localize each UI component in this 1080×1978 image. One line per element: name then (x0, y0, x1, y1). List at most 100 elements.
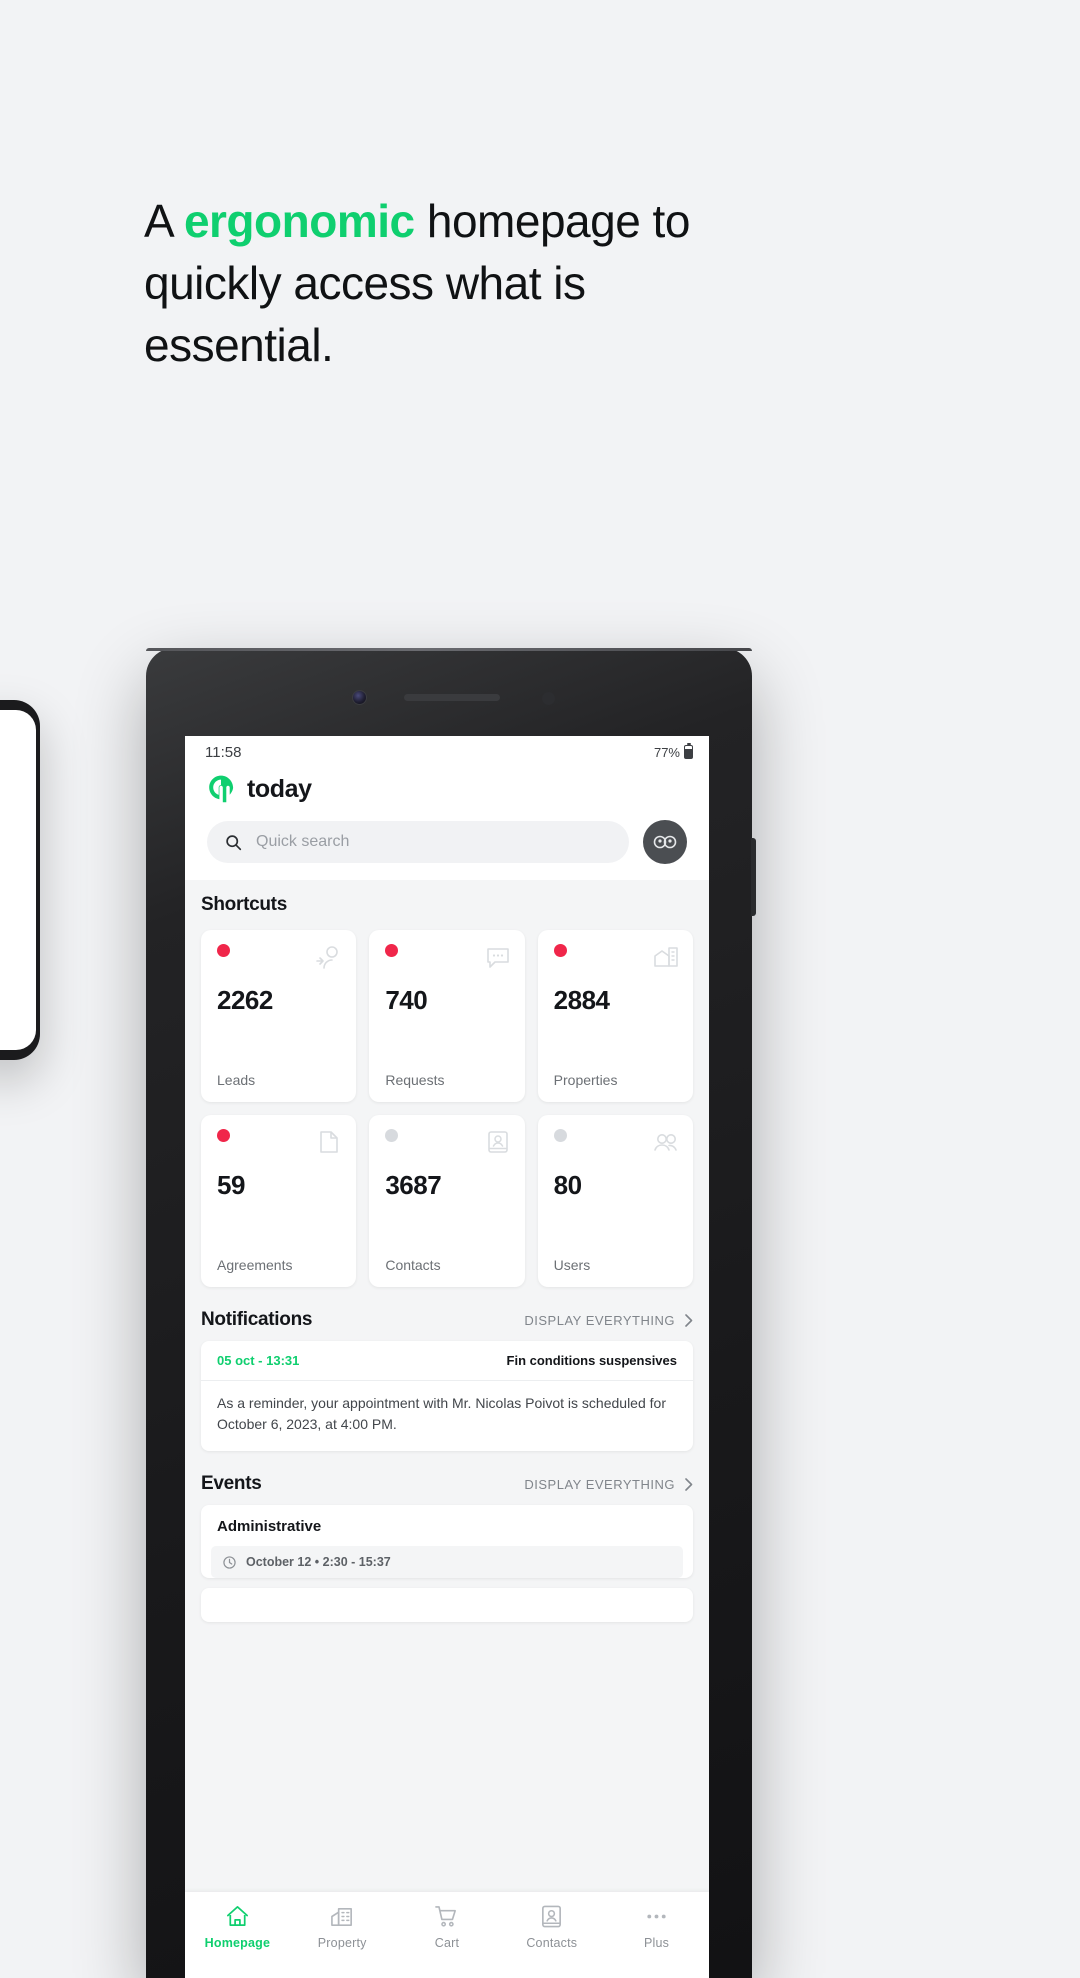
status-bar-time: 11:58 (205, 743, 242, 761)
app-name: today (247, 774, 312, 803)
shortcut-card-users[interactable]: 80 Users (537, 1115, 693, 1287)
shortcuts-title: Shortcuts (201, 894, 287, 915)
headline-accent: ergonomic (183, 195, 415, 247)
nav-item-homepage[interactable]: Homepage (185, 1904, 290, 1950)
card-value: 740 (385, 984, 428, 1015)
status-dot (385, 1129, 399, 1142)
events-header: Events DISPLAY EVERYTHING (201, 1473, 693, 1505)
promo-headline: A ergonomic homepage to quickly access w… (144, 190, 764, 376)
card-value: 2884 (553, 984, 610, 1015)
notification-body: As a reminder, your appointment with Mr.… (217, 1395, 666, 1432)
status-bar-right: 77% (653, 743, 693, 760)
chevron-right-icon (685, 1477, 693, 1491)
card-label: Users (553, 1257, 591, 1273)
notifications-header: Notifications DISPLAY EVERYTHING (201, 1309, 693, 1341)
shortcut-card-leads[interactable]: 2262 Leads (201, 930, 357, 1102)
search-placeholder: Quick search (256, 833, 350, 850)
app-header: today Quick search (185, 768, 709, 880)
battery-icon (684, 743, 693, 759)
nav-label: Cart (434, 1936, 460, 1950)
cart-icon (435, 1906, 457, 1927)
event-item-partial[interactable] (201, 1588, 693, 1622)
shortcuts-section: Shortcuts 2262 Leads 740 Requests 2884 P… (185, 880, 709, 1287)
search-icon (226, 834, 242, 850)
chevron-right-icon (685, 1313, 693, 1327)
display-all-label: DISPLAY EVERYTHING (524, 1476, 675, 1492)
nav-label: Plus (644, 1936, 670, 1950)
card-value: 80 (553, 1169, 582, 1200)
card-top (217, 944, 342, 970)
avatar-glyph-icon (653, 835, 677, 849)
app-screen: 11:58 77% today Quick search Shortcuts 2… (185, 736, 709, 1978)
notification-date: 05 oct - 13:31 (217, 1353, 300, 1368)
card-top (217, 1129, 342, 1155)
document-icon (320, 1131, 339, 1153)
event-time-row: October 12 • 2:30 - 15:37 (211, 1546, 683, 1578)
front-camera-icon (352, 690, 367, 705)
events-display-all-link[interactable]: DISPLAY EVERYTHING (524, 1477, 693, 1492)
chat-bubble-icon (486, 948, 509, 968)
more-dots-icon (647, 1914, 666, 1919)
card-label: Properties (553, 1072, 618, 1088)
status-dot (217, 1129, 230, 1142)
shortcut-card-properties[interactable]: 2884 Properties (537, 930, 693, 1102)
shortcut-card-requests[interactable]: 740 Requests (369, 930, 525, 1102)
brand-block: today (207, 774, 687, 804)
contact-card-icon (487, 1131, 508, 1153)
display-all-label: DISPLAY EVERYTHING (524, 1312, 675, 1328)
search-input[interactable]: Quick search (207, 821, 629, 863)
card-top (553, 944, 679, 970)
secondary-device-partial (0, 700, 40, 1060)
search-row: Quick search (207, 820, 687, 864)
users-group-icon (654, 1134, 677, 1151)
event-item[interactable]: Administrative October 12 • 2:30 - 15:37 (201, 1505, 693, 1578)
status-dot (553, 944, 567, 957)
bottom-navigation: Homepage Property Cart Contacts Plus (185, 1892, 709, 1978)
notifications-title: Notifications (201, 1309, 313, 1330)
notification-title: Fin conditions suspensives (506, 1353, 677, 1368)
card-value: 59 (217, 1169, 245, 1200)
events-section: Events DISPLAY EVERYTHING Administrative… (185, 1473, 709, 1622)
card-label: Contacts (385, 1257, 441, 1273)
notifications-section: Notifications DISPLAY EVERYTHING 05 oct … (185, 1309, 709, 1451)
proximity-sensor-icon (542, 692, 555, 705)
card-value: 3687 (385, 1169, 442, 1200)
person-add-icon (316, 946, 339, 969)
card-top (385, 944, 510, 970)
shortcut-card-agreements[interactable]: 59 Agreements (201, 1115, 357, 1287)
event-category: Administrative (217, 1518, 322, 1535)
tablet-side-button (751, 838, 756, 916)
status-bar: 11:58 77% (185, 736, 709, 768)
user-avatar-icon[interactable] (643, 820, 687, 864)
contact-icon (542, 1905, 562, 1928)
card-value: 2262 (217, 984, 273, 1015)
battery-percent-label: 77% (653, 744, 680, 760)
status-dot (385, 944, 399, 957)
nav-item-cart[interactable]: Cart (395, 1904, 500, 1950)
card-label: Agreements (217, 1257, 293, 1273)
status-dot (217, 944, 230, 957)
shortcuts-grid: 2262 Leads 740 Requests 2884 Properties … (201, 930, 693, 1287)
notification-head: 05 oct - 13:31 Fin conditions suspensive… (201, 1341, 693, 1381)
earpiece-speaker (404, 694, 500, 701)
status-dot (553, 1129, 567, 1142)
tablet-top-edge (146, 648, 752, 651)
event-time: October 12 • 2:30 - 15:37 (246, 1555, 391, 1569)
card-top (553, 1129, 679, 1155)
tablet-device-frame: 11:58 77% today Quick search Shortcuts 2… (146, 648, 756, 1978)
shortcut-card-contacts[interactable]: 3687 Contacts (369, 1115, 525, 1287)
notifications-display-all-link[interactable]: DISPLAY EVERYTHING (524, 1313, 693, 1328)
home-icon (226, 1906, 248, 1927)
notification-item[interactable]: 05 oct - 13:31 Fin conditions suspensive… (201, 1341, 693, 1451)
nav-item-plus[interactable]: Plus (604, 1904, 709, 1950)
nav-item-contacts[interactable]: Contacts (499, 1904, 604, 1950)
nav-item-property[interactable]: Property (290, 1904, 395, 1950)
nav-label: Property (317, 1936, 367, 1950)
secondary-device-screen (0, 710, 36, 1050)
card-label: Leads (217, 1072, 256, 1088)
clock-icon (223, 1555, 236, 1569)
events-title: Events (201, 1473, 262, 1494)
card-top (385, 1129, 510, 1155)
app-logo-icon (209, 775, 234, 803)
nav-label: Contacts (526, 1936, 578, 1950)
